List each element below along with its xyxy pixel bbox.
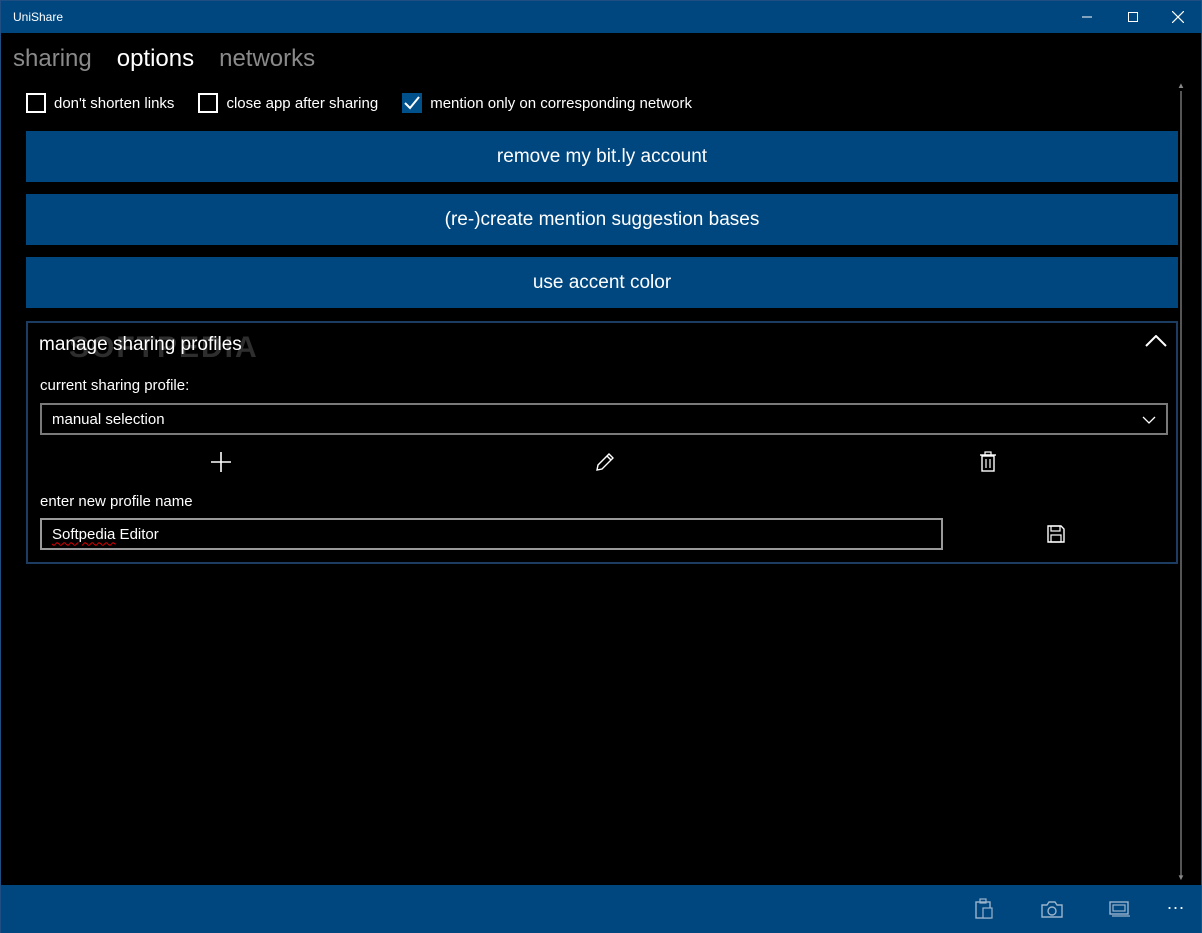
screen-capture-icon [1109, 901, 1130, 917]
close-app-after-sharing-checkbox[interactable]: close app after sharing [198, 93, 378, 113]
checkmark-icon [404, 96, 420, 110]
current-profile-label: current sharing profile: [40, 377, 190, 394]
scroll-down-icon[interactable]: ▼ [1177, 873, 1185, 882]
tab-sharing[interactable]: sharing [13, 43, 92, 77]
delete-profile-button[interactable] [972, 446, 1004, 478]
checkbox-box[interactable] [198, 93, 219, 113]
save-profile-button[interactable] [1040, 518, 1072, 550]
close-icon [1172, 11, 1184, 23]
input-text: Editor [115, 525, 159, 543]
trash-icon [980, 451, 996, 472]
remove-bitly-account-button[interactable]: remove my bit.ly account [26, 131, 1178, 182]
mention-only-corresponding-network-checkbox[interactable]: mention only on corresponding network [402, 93, 692, 113]
minimize-button[interactable] [1064, 1, 1110, 33]
checkbox-label: mention only on corresponding network [430, 94, 693, 112]
checkbox-label: close app after sharing [226, 94, 379, 112]
clipboard-button[interactable] [972, 897, 996, 921]
chevron-down-icon [1142, 412, 1156, 429]
pencil-icon [596, 453, 614, 471]
maximize-button[interactable] [1110, 1, 1156, 33]
use-accent-color-button[interactable]: use accent color [26, 257, 1178, 308]
clipboard-icon [975, 898, 993, 919]
vertical-scrollbar[interactable]: ▲ ▼ [1176, 81, 1190, 886]
new-profile-name-label: enter new profile name [40, 493, 193, 510]
watermark-text: SOFTPEDIA [69, 331, 259, 364]
scrollbar-track[interactable] [1180, 91, 1182, 877]
input-text-misspelled: Softpedia [52, 525, 116, 543]
pivot-tabs: sharing options networks [13, 43, 315, 77]
scroll-up-icon[interactable]: ▲ [1177, 81, 1185, 90]
profile-select-value: manual selection [52, 410, 165, 428]
checkbox-box[interactable] [26, 93, 46, 113]
checkbox-label: don't shorten links [54, 94, 175, 112]
add-profile-button[interactable] [205, 446, 237, 478]
checkbox-box[interactable] [402, 93, 423, 113]
tab-networks[interactable]: networks [219, 43, 315, 77]
maximize-icon [1128, 12, 1138, 22]
app-window: UniShare sharing options networks don't … [0, 0, 1202, 933]
recreate-mention-bases-button[interactable]: (re-)create mention suggestion bases [26, 194, 1178, 245]
options-checkboxes: don't shorten links close app after shar… [26, 91, 716, 115]
edit-profile-button[interactable] [589, 446, 621, 478]
new-profile-name-input[interactable]: Softpedia Editor [40, 518, 943, 550]
close-button[interactable] [1155, 1, 1201, 33]
chevron-up-icon[interactable] [1144, 329, 1168, 353]
floppy-disk-icon [1047, 525, 1065, 543]
window-title: UniShare [13, 10, 64, 24]
title-bar: UniShare [1, 1, 1201, 33]
minimize-icon [1082, 16, 1092, 18]
camera-icon [1041, 901, 1063, 918]
bottom-app-bar: ... [1, 885, 1201, 933]
camera-button[interactable] [1040, 897, 1064, 921]
plus-icon [211, 452, 231, 472]
screen-capture-button[interactable] [1108, 897, 1132, 921]
more-icon[interactable]: ... [1167, 893, 1185, 914]
profile-select[interactable]: manual selection [40, 403, 1168, 435]
dont-shorten-links-checkbox[interactable]: don't shorten links [26, 93, 174, 113]
tab-options[interactable]: options [117, 43, 194, 77]
